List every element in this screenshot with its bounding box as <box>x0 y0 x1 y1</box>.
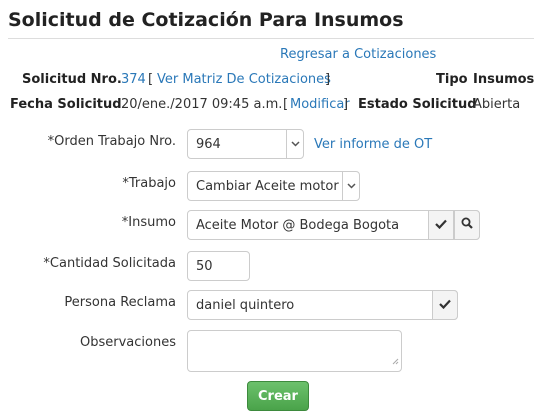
tipo-value: Insumos <box>473 72 534 87</box>
chevron-down-icon <box>342 172 359 200</box>
insumo-search-button[interactable] <box>454 210 480 240</box>
resize-handle-icon[interactable] <box>392 354 399 369</box>
solicitud-number-link[interactable]: 374 <box>121 72 146 87</box>
trabajo-label: *Trabajo <box>122 176 176 191</box>
observaciones-label: Observaciones <box>80 335 176 350</box>
fecha-label: Fecha Solicitud <box>10 97 122 112</box>
chevron-down-icon <box>286 130 303 158</box>
orden-select-value: 964 <box>196 136 221 152</box>
bracket-close: ] <box>325 72 331 87</box>
tipo-label: Tipo <box>436 72 468 87</box>
insumo-input-value: Aceite Motor @ Bodega Bogota <box>196 217 400 233</box>
estado-label: Estado Solicitud <box>358 97 477 112</box>
cantidad-label: *Cantidad Solicitada <box>43 256 176 271</box>
persona-input[interactable]: daniel quintero <box>187 290 458 320</box>
fecha-value: 20/ene./2017 09:45 a.m. <box>121 97 283 112</box>
cantidad-input[interactable]: 50 <box>187 251 250 281</box>
ver-informe-ot-link[interactable]: Ver informe de OT <box>314 137 432 152</box>
solicitud-label: Solicitud Nro. <box>22 72 122 87</box>
persona-input-value: daniel quintero <box>196 297 295 313</box>
search-icon <box>461 217 473 233</box>
insumo-input[interactable]: Aceite Motor @ Bodega Bogota <box>187 210 480 240</box>
bracket-close: ] <box>343 97 349 112</box>
check-icon <box>439 298 451 313</box>
persona-confirm-button[interactable] <box>432 290 458 320</box>
orden-label: *Orden Trabajo Nro. <box>47 134 176 149</box>
orden-select[interactable]: 964 <box>187 129 304 159</box>
back-to-quotations-link[interactable]: Regresar a Cotizaciones <box>280 47 436 62</box>
check-icon <box>435 218 447 233</box>
title-divider <box>8 38 534 39</box>
insumo-confirm-button[interactable] <box>428 210 454 240</box>
insumo-label: *Insumo <box>121 215 176 230</box>
modificar-link[interactable]: Modificar <box>290 97 350 112</box>
trabajo-select[interactable]: Cambiar Aceite motor <box>187 171 360 201</box>
page-title: Solicitud de Cotización Para Insumos <box>8 9 404 31</box>
bracket-open: [ <box>283 97 289 112</box>
observaciones-textarea[interactable] <box>187 330 402 372</box>
estado-value: Abierta <box>473 97 521 112</box>
trabajo-select-value: Cambiar Aceite motor <box>196 178 339 194</box>
cantidad-input-value: 50 <box>196 258 213 274</box>
bracket-open: [ <box>148 72 154 87</box>
crear-button[interactable]: Crear <box>247 381 309 411</box>
persona-label: Persona Reclama <box>64 295 176 310</box>
ver-matriz-link[interactable]: Ver Matriz De Cotizaciones <box>157 72 331 87</box>
